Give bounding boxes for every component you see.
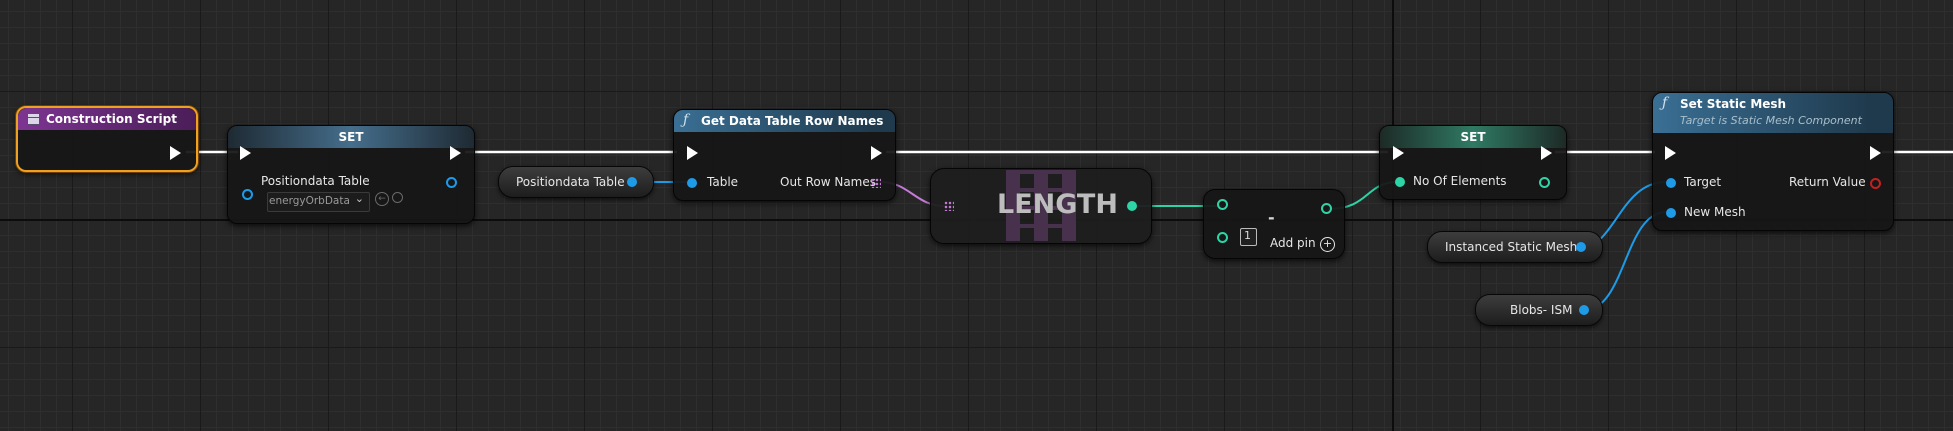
subtract-output-pin[interactable]	[1321, 203, 1332, 214]
subtract-default-value-box[interactable]: 1	[1240, 228, 1257, 246]
set-positiondata-node[interactable]: SET Positiondata Table energyOrbData ⌄ ←	[227, 125, 475, 224]
set-positiondata-input-pin[interactable]	[242, 189, 253, 200]
length-label: LENGTH	[997, 189, 1118, 220]
dropdown-chevron-icon: ⌄	[354, 192, 364, 205]
subtract-input-b-pin[interactable]	[1217, 232, 1228, 243]
positiondata-getter-node[interactable]: Positiondata Table	[498, 166, 654, 198]
set-positiondata-exec-out[interactable]	[450, 146, 461, 160]
construction-script-exec-out[interactable]	[170, 146, 181, 160]
asset-dropdown[interactable]: energyOrbData ⌄	[267, 192, 370, 212]
set-positiondata-input-label: Positiondata Table	[261, 174, 370, 188]
subtract-input-a-pin[interactable]	[1217, 199, 1228, 210]
blobs-ism-pin[interactable]	[1579, 305, 1589, 315]
instanced-static-mesh-pin[interactable]	[1576, 242, 1586, 252]
get-row-names-table-label: Table	[707, 175, 739, 189]
browse-arrow-icon[interactable]: ←	[375, 192, 389, 206]
set-static-mesh-newmesh-pin[interactable]	[1666, 208, 1676, 218]
positiondata-getter-label: Positiondata Table	[516, 175, 625, 189]
get-row-names-exec-out[interactable]	[871, 146, 882, 160]
function-icon: ƒ	[683, 112, 689, 128]
length-node[interactable]: LENGTH	[930, 168, 1152, 244]
set-elements-title: SET	[1460, 130, 1486, 144]
set-elements-exec-out[interactable]	[1541, 146, 1552, 160]
get-data-table-row-names-node[interactable]: Get Data Table Row Names ƒ Table Out Row…	[673, 109, 896, 201]
length-array-input-pin[interactable]	[944, 201, 954, 211]
instanced-static-mesh-getter-node[interactable]: Instanced Static Mesh	[1427, 231, 1603, 263]
construction-script-node[interactable]: Construction Script	[16, 106, 198, 172]
set-no-of-elements-node[interactable]: SET No Of Elements	[1379, 125, 1567, 200]
set-static-mesh-return-label: Return Value	[1789, 175, 1866, 189]
positiondata-getter-pin[interactable]	[627, 177, 637, 187]
get-row-names-exec-in[interactable]	[687, 146, 698, 160]
blobs-ism-label: Blobs- ISM	[1510, 303, 1573, 317]
set-elements-input-label: No Of Elements	[1413, 174, 1507, 188]
set-static-mesh-exec-out[interactable]	[1870, 146, 1881, 160]
subtract-default-value: 1	[1244, 229, 1251, 242]
asset-dropdown-value: energyOrbData	[269, 195, 350, 207]
set-static-mesh-header: Set Static Mesh Target is Static Mesh Co…	[1653, 93, 1893, 133]
set-static-mesh-title: Set Static Mesh	[1680, 97, 1787, 111]
instanced-static-mesh-label: Instanced Static Mesh	[1445, 240, 1578, 254]
set-static-mesh-target-label: Target	[1684, 175, 1722, 189]
set-elements-output-pin[interactable]	[1539, 177, 1550, 188]
set-positiondata-output-pin[interactable]	[446, 177, 457, 188]
set-static-mesh-return-pin[interactable]	[1870, 178, 1881, 189]
set-static-mesh-newmesh-label: New Mesh	[1684, 205, 1746, 219]
set-positiondata-header: SET	[228, 126, 474, 148]
event-icon	[27, 113, 40, 125]
construction-script-header: Construction Script	[18, 108, 196, 130]
construction-script-title: Construction Script	[46, 112, 177, 126]
search-icon[interactable]	[392, 192, 403, 203]
blobs-ism-getter-node[interactable]: Blobs- ISM	[1475, 294, 1603, 326]
set-elements-exec-in[interactable]	[1393, 146, 1404, 160]
subtract-symbol: -	[1268, 208, 1275, 227]
get-row-names-header: Get Data Table Row Names	[674, 110, 895, 132]
set-static-mesh-node[interactable]: Set Static Mesh Target is Static Mesh Co…	[1652, 92, 1894, 231]
length-output-pin[interactable]	[1127, 201, 1137, 211]
add-pin-label[interactable]: Add pin	[1270, 236, 1316, 250]
set-static-mesh-target-pin[interactable]	[1666, 178, 1676, 188]
set-elements-header: SET	[1380, 126, 1566, 148]
set-static-mesh-exec-in[interactable]	[1665, 146, 1676, 160]
set-positiondata-title: SET	[338, 130, 364, 144]
set-static-mesh-subtitle: Target is Static Mesh Component	[1680, 114, 1862, 127]
set-elements-input-pin[interactable]	[1395, 177, 1405, 187]
set-positiondata-exec-in[interactable]	[240, 146, 251, 160]
get-row-names-out-pin[interactable]	[871, 178, 881, 188]
function-icon: ƒ	[1662, 95, 1668, 111]
get-row-names-out-label: Out Row Names	[780, 175, 876, 189]
get-row-names-title: Get Data Table Row Names	[701, 114, 884, 128]
get-row-names-table-pin[interactable]	[687, 178, 697, 188]
add-pin-icon[interactable]: +	[1320, 237, 1335, 252]
subtract-node[interactable]: - 1 Add pin +	[1203, 189, 1345, 259]
